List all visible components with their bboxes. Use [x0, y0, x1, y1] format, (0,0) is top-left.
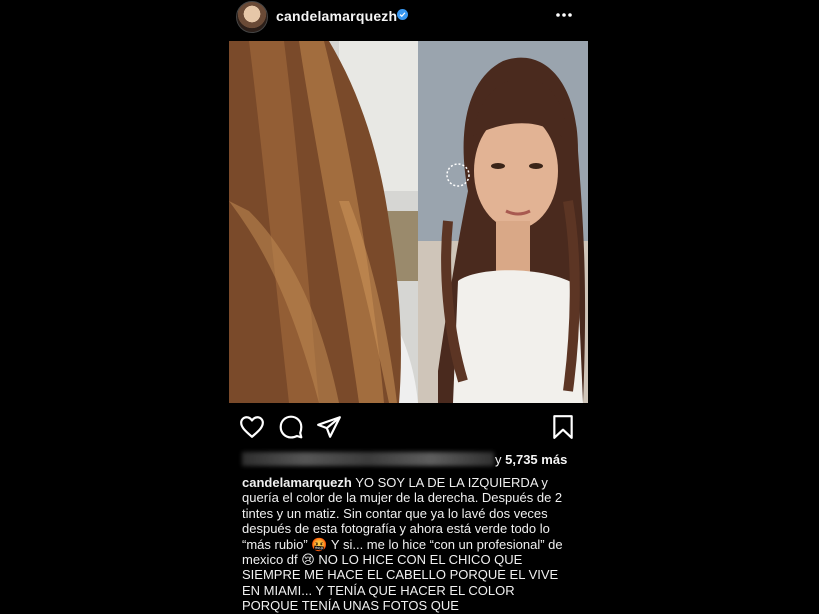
instagram-post: candelamarquezh y 5,735 más candelamarqu… [229, 0, 588, 614]
caption-text: YO SOY LA DE LA IZQUIERDA y quería el co… [242, 475, 563, 614]
comment-icon[interactable] [278, 414, 304, 440]
bookmark-icon[interactable] [550, 414, 576, 440]
photo-right-woman [418, 41, 588, 403]
likes-number: 5,735 [505, 452, 538, 467]
likes-row[interactable]: y 5,735 más [242, 451, 582, 469]
verified-badge-icon [397, 9, 408, 20]
avatar[interactable] [236, 1, 268, 33]
photo-left-hair [229, 41, 418, 403]
likes-suffix: más [541, 452, 568, 467]
liked-by-blurred [242, 452, 494, 466]
more-options-icon[interactable] [552, 5, 576, 25]
post-media[interactable] [229, 41, 588, 403]
post-username[interactable]: candelamarquezh [276, 8, 397, 24]
likes-prefix: y [495, 452, 502, 467]
post-caption: candelamarquezh YO SOY LA DE LA IZQUIERD… [242, 475, 572, 614]
post-actions [229, 410, 588, 442]
heart-icon[interactable] [239, 414, 265, 440]
likes-count[interactable]: y 5,735 más [495, 452, 567, 467]
post-header: candelamarquezh [229, 0, 588, 36]
caption-username[interactable]: candelamarquezh [242, 475, 352, 490]
send-icon[interactable] [316, 414, 342, 440]
